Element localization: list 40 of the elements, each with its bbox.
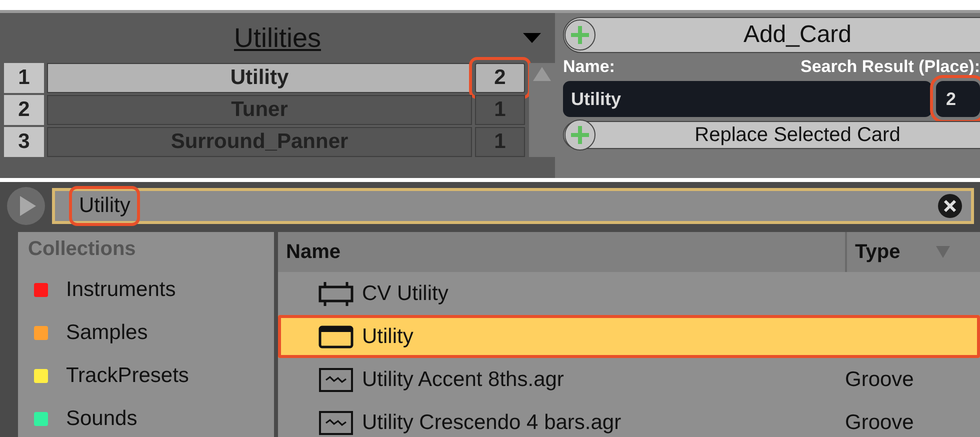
collection-item[interactable]: Instruments	[66, 278, 176, 302]
column-header[interactable]: Type	[855, 240, 900, 264]
result-field[interactable]: 2	[936, 81, 980, 117]
row-number: 1	[4, 63, 44, 93]
plus-icon	[564, 119, 596, 151]
replace-card-button[interactable]: Replace Selected Card	[563, 121, 980, 149]
scroll-up-icon[interactable]	[533, 67, 551, 81]
list-title: Utilities	[234, 22, 321, 54]
column-header[interactable]: Name	[278, 240, 845, 264]
play-icon[interactable]	[6, 186, 46, 226]
row-number: 3	[4, 127, 44, 157]
file-row[interactable]: Utility Crescendo 4 bars.agr Groove	[278, 401, 980, 437]
scrollbar[interactable]	[529, 63, 555, 157]
name-field[interactable]: Utility	[563, 81, 932, 117]
name-label: Name:	[563, 57, 615, 77]
device-icon	[318, 280, 354, 306]
collections-title: Collections	[28, 238, 137, 262]
file-type: Groove	[845, 368, 914, 390]
plus-icon	[564, 19, 596, 51]
file-name: Utility Crescendo 4 bars.agr	[362, 410, 622, 434]
row-number: 2	[4, 95, 44, 125]
collection-item[interactable]: Samples	[66, 320, 148, 344]
collection-item[interactable]: Sounds	[66, 406, 138, 430]
file-name: Utility Accent 8ths.agr	[362, 368, 564, 392]
add-card-button[interactable]: Add_Card	[563, 17, 980, 53]
file-row[interactable]: CV Utility	[278, 272, 980, 315]
file-name: CV Utility	[362, 282, 448, 306]
collection-item[interactable]: TrackPresets	[66, 364, 189, 388]
clear-icon[interactable]	[937, 193, 963, 219]
file-name: Utility	[362, 324, 414, 348]
file-row[interactable]: Utility	[278, 315, 980, 358]
window-icon	[318, 324, 354, 350]
search-result-label: Search Result (Place):	[800, 57, 980, 77]
waveform-icon	[318, 366, 354, 392]
file-type: Groove	[845, 410, 914, 434]
waveform-icon	[318, 410, 354, 436]
file-row[interactable]: Utility Accent 8ths.agr Groove	[278, 358, 980, 401]
device-name-cell[interactable]: Utility	[47, 63, 472, 93]
search-field[interactable]: Utility	[52, 188, 974, 224]
dropdown-arrow-icon[interactable]	[523, 33, 541, 43]
